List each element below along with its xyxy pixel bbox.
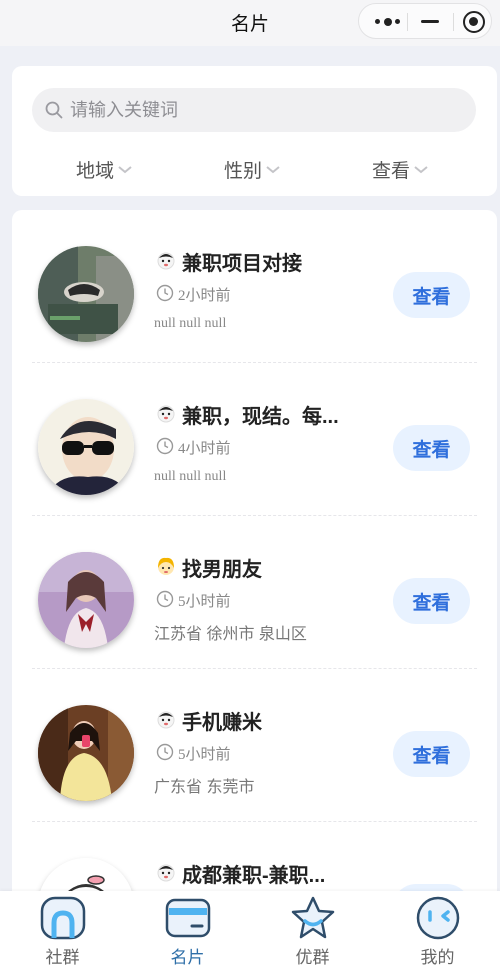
card-time: 4小时前 <box>178 441 231 457</box>
search-input[interactable] <box>70 88 460 132</box>
view-button[interactable]: 查看 <box>393 578 470 624</box>
card-list: 兼职项目对接 2小时前 null null null 查看 兼职，现结。每...… <box>12 210 497 965</box>
card-time: 5小时前 <box>178 747 231 763</box>
clock-icon <box>156 743 174 761</box>
filter-panel: 地域 性别 查看 <box>12 66 497 196</box>
more-icon[interactable] <box>375 18 403 26</box>
male-icon <box>157 405 175 423</box>
clock-icon <box>156 590 174 608</box>
chevron-down-icon <box>266 165 280 173</box>
female-icon <box>158 557 174 575</box>
tab-label: 社群 <box>45 948 80 965</box>
card-name: 手机赚米 <box>182 712 262 734</box>
card-name: 兼职项目对接 <box>182 253 302 275</box>
list-item[interactable]: 找男朋友 5小时前 江苏省 徐州市 泉山区 查看 <box>12 516 497 669</box>
male-icon <box>157 864 175 882</box>
card-time: 2小时前 <box>178 288 231 304</box>
community-icon <box>40 896 86 940</box>
card-name: 找男朋友 <box>182 559 262 581</box>
card-name: 兼职，现结。每... <box>182 406 339 428</box>
tab-bar: 社群 名片 优群 我的 <box>0 891 500 965</box>
search-box[interactable] <box>32 88 476 132</box>
chevron-down-icon <box>414 165 428 173</box>
clock-icon <box>156 437 174 455</box>
tab-label: 我的 <box>420 948 455 965</box>
face-icon <box>416 896 460 940</box>
search-icon <box>45 101 63 119</box>
nav-bar: 名片 <box>0 0 500 46</box>
avatar <box>38 246 134 342</box>
list-item[interactable]: 兼职项目对接 2小时前 null null null 查看 <box>12 210 497 363</box>
card-name: 成都兼职-兼职... <box>182 865 326 887</box>
list-item[interactable]: 手机赚米 5小时前 广东省 东莞市 查看 <box>12 669 497 822</box>
card-location: 广东省 东莞市 <box>154 779 255 796</box>
close-icon[interactable] <box>463 11 485 33</box>
filter-view[interactable]: 查看 <box>372 156 430 183</box>
avatar <box>38 552 134 648</box>
miniprogram-capsule <box>358 3 492 39</box>
filter-gender[interactable]: 性别 <box>224 156 282 183</box>
clock-icon <box>156 284 174 302</box>
filter-view-label: 查看 <box>372 161 411 182</box>
card-time: 5小时前 <box>178 594 231 610</box>
card-icon <box>165 898 211 938</box>
filter-region[interactable]: 地域 <box>76 156 134 183</box>
minimize-icon[interactable] <box>421 20 439 23</box>
card-location: 江苏省 徐州市 泉山区 <box>154 626 307 643</box>
male-icon <box>157 252 175 270</box>
tab-community[interactable]: 社群 <box>0 891 125 965</box>
card-location: null null null <box>154 316 227 331</box>
tab-card[interactable]: 名片 <box>125 891 250 965</box>
view-button[interactable]: 查看 <box>393 425 470 471</box>
view-button[interactable]: 查看 <box>393 272 470 318</box>
chevron-down-icon <box>118 165 132 173</box>
avatar <box>38 705 134 801</box>
view-button[interactable]: 查看 <box>393 731 470 777</box>
tab-featured[interactable]: 优群 <box>250 891 375 965</box>
male-icon <box>157 711 175 729</box>
list-item[interactable]: 兼职，现结。每... 4小时前 null null null 查看 <box>12 363 497 516</box>
capsule-divider <box>453 13 454 31</box>
tab-label: 优群 <box>295 948 330 965</box>
card-location: null null null <box>154 469 227 484</box>
tab-label: 名片 <box>170 948 205 965</box>
avatar <box>38 399 134 495</box>
star-icon <box>291 896 335 939</box>
tab-mine[interactable]: 我的 <box>375 891 500 965</box>
filter-gender-label: 性别 <box>224 161 263 182</box>
filter-region-label: 地域 <box>76 161 115 182</box>
capsule-divider <box>407 13 408 31</box>
